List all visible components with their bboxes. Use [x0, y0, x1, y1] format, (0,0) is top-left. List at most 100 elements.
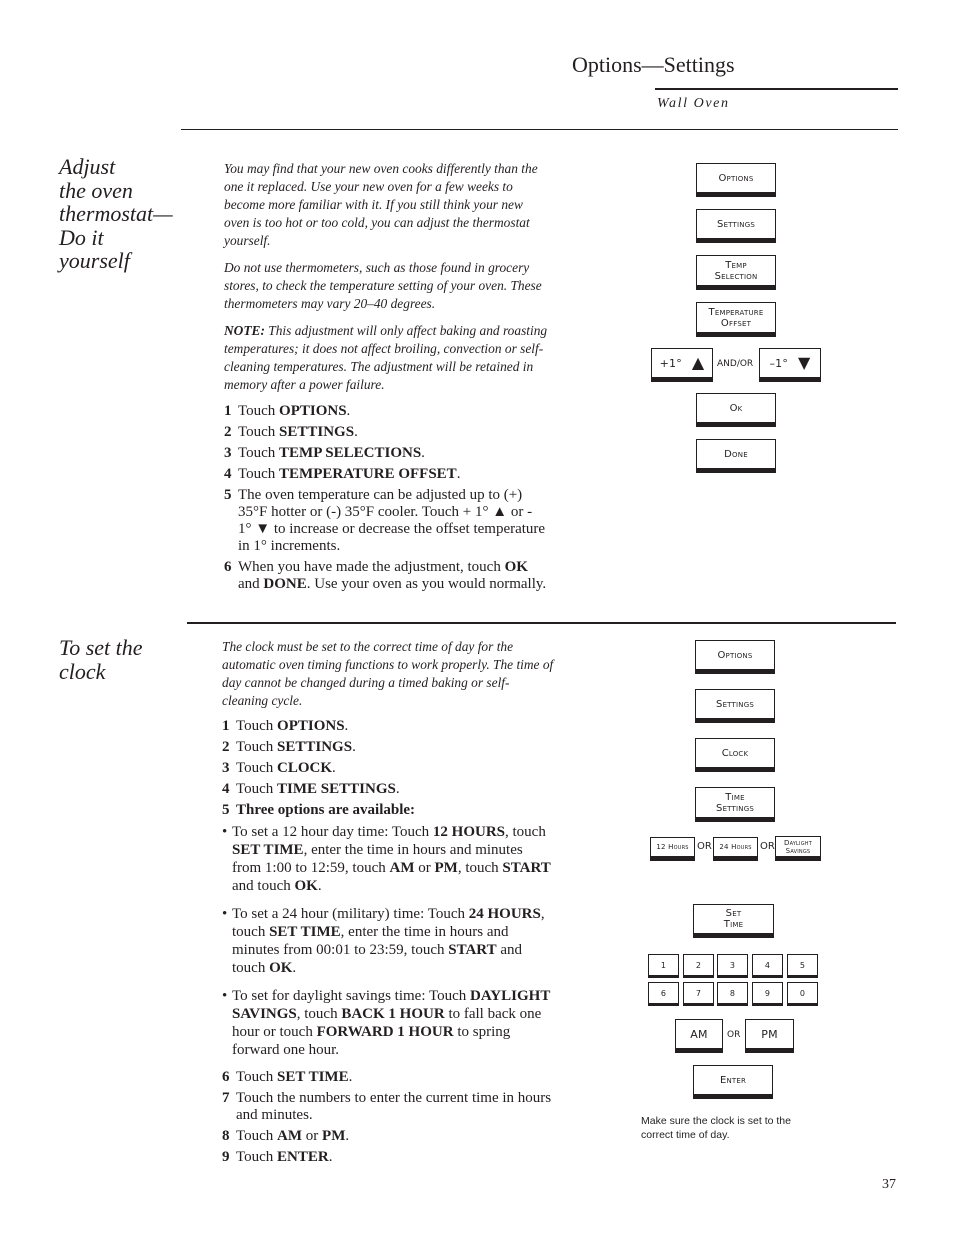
- bullet-keyword: SET TIME: [269, 924, 341, 940]
- step-keyword: AM: [277, 1128, 303, 1144]
- settings-button[interactable]: Settings: [695, 689, 775, 723]
- step-text: Touch: [238, 466, 280, 482]
- bullet-keyword: AM: [389, 860, 415, 876]
- step-text: The oven temperature can be adjusted up …: [238, 487, 546, 554]
- step-punct: .: [395, 781, 400, 797]
- clock-caption: Make sure the clock is set to the correc…: [641, 1115, 791, 1141]
- heading-line: yourself: [59, 248, 130, 273]
- time-settings-button[interactable]: Time Settings: [695, 787, 775, 822]
- options-button[interactable]: Options: [696, 163, 776, 197]
- step-number: 5: [224, 487, 232, 503]
- heading-line: Do it: [59, 224, 104, 250]
- step-punct: .: [344, 718, 349, 734]
- bullet-fragment: .: [292, 960, 297, 976]
- set-time-button[interactable]: Set Time: [693, 904, 774, 938]
- down-triangle-icon: ▼: [798, 353, 811, 372]
- settings-button[interactable]: Settings: [696, 209, 776, 243]
- minus-one-button[interactable]: –1° ▼: [759, 348, 821, 382]
- intro-paragraph: You may find that your new oven cooks di…: [224, 161, 538, 248]
- options-button[interactable]: Options: [695, 640, 775, 674]
- bullet-keyword: 12 HOURS: [432, 824, 506, 840]
- option-bullet: • To set for daylight savings time: Touch…: [222, 987, 554, 1059]
- digit-2-button[interactable]: 2: [683, 954, 714, 978]
- am-button[interactable]: AM: [675, 1019, 723, 1053]
- step-punct: .: [348, 1069, 353, 1085]
- step-keyword: TEMP SELECTIONS: [279, 445, 422, 461]
- digit-5-button[interactable]: 5: [787, 954, 818, 978]
- step-text: Touch: [236, 1069, 278, 1085]
- digit-6-button[interactable]: 6: [648, 982, 679, 1006]
- step-number: 2: [222, 739, 230, 755]
- bullet-keyword: OK: [269, 960, 293, 976]
- bullet-keyword: SET TIME: [232, 842, 304, 858]
- bullet-icon: •: [222, 906, 228, 922]
- section-divider: [187, 622, 896, 624]
- digit-1-button[interactable]: 1: [648, 954, 679, 978]
- clock-options-list: • To set a 12 hour day time: Touch 12 HOU…: [222, 823, 554, 1059]
- bullet-fragment: and touch: [232, 878, 295, 894]
- step-keyword: SETTINGS: [279, 424, 355, 440]
- pm-button[interactable]: PM: [745, 1019, 794, 1053]
- 24-hours-button[interactable]: 24 Hours: [713, 837, 758, 861]
- step-item: 8 Touch AM or PM.: [222, 1128, 554, 1145]
- step-item: 5 The oven temperature can be adjusted up…: [224, 487, 549, 555]
- step-text: Touch: [236, 1128, 278, 1144]
- step-text: . Use your oven as you would normally.: [306, 576, 547, 592]
- step-punct: .: [328, 1149, 333, 1165]
- clock-button[interactable]: Clock: [695, 738, 775, 772]
- thermostat-steps: 1 Touch OPTIONS. 2 Touch SETTINGS. 3 Touch …: [224, 403, 549, 593]
- step-punct: .: [352, 739, 356, 755]
- step-item: 4 Touch TIME SETTINGS.: [222, 781, 554, 798]
- bullet-fragment: , touch: [296, 1006, 342, 1022]
- temperature-offset-button[interactable]: Temperature Offset: [696, 302, 776, 337]
- step-item: 1 Touch OPTIONS.: [224, 403, 549, 420]
- button-label: Set: [725, 908, 742, 919]
- bullet-fragment: or: [414, 860, 435, 876]
- button-label: Time: [725, 791, 745, 803]
- step-text: Touch: [236, 718, 278, 734]
- step-keyword: ENTER: [277, 1149, 329, 1165]
- bullet-fragment: To set a 12 hour day time: Touch: [232, 824, 433, 840]
- daylight-savings-button[interactable]: Daylight Savings: [775, 836, 821, 861]
- ok-button[interactable]: Ok: [696, 393, 776, 427]
- step-item: 3 Touch TEMP SELECTIONS.: [224, 445, 549, 462]
- heading-line: To set the: [59, 635, 143, 660]
- digit-0-button[interactable]: 0: [787, 982, 818, 1006]
- step-number: 3: [222, 760, 230, 776]
- step-punct: .: [332, 760, 336, 776]
- button-label: +1°: [659, 356, 682, 370]
- step-keyword: PM: [322, 1128, 346, 1144]
- digit-7-button[interactable]: 7: [683, 982, 714, 1006]
- heading-line: clock: [59, 658, 106, 684]
- button-label: –1°: [769, 356, 789, 370]
- clock-body: The clock must be set to the correct tim…: [222, 638, 554, 1170]
- step-text: When you have made the adjustment, touch: [238, 559, 505, 575]
- bullet-fragment: , touch: [505, 824, 546, 840]
- button-label: Settings: [716, 802, 754, 814]
- step-item: 4 Touch TEMPERATURE OFFSET.: [224, 466, 549, 483]
- enter-button[interactable]: Enter: [693, 1065, 773, 1099]
- title-rule: [655, 88, 898, 90]
- bullet-keyword: PM: [434, 860, 458, 876]
- step-number: 9: [222, 1149, 230, 1165]
- step-keyword: OPTIONS: [277, 718, 345, 734]
- step-keyword: DONE: [263, 576, 307, 592]
- button-label: Selection: [714, 270, 758, 282]
- step-keyword: TIME SETTINGS: [277, 781, 396, 797]
- step-keyword: CLOCK: [277, 760, 333, 776]
- up-triangle-icon: ▲: [691, 353, 705, 372]
- digit-8-button[interactable]: 8: [717, 982, 748, 1006]
- plus-one-button[interactable]: +1° ▲: [651, 348, 713, 382]
- step-keyword: TEMPERATURE OFFSET: [279, 466, 457, 482]
- digit-3-button[interactable]: 3: [717, 954, 748, 978]
- page-number: 37: [882, 1177, 896, 1192]
- step-text: Touch: [236, 739, 278, 755]
- temp-selection-button[interactable]: Temp Selection: [696, 255, 776, 290]
- digit-4-button[interactable]: 4: [752, 954, 783, 978]
- digit-9-button[interactable]: 9: [752, 982, 783, 1006]
- done-button[interactable]: Done: [696, 439, 776, 473]
- bullet-fragment: , touch: [457, 860, 503, 876]
- step-item: 6 Touch SET TIME.: [222, 1069, 554, 1086]
- 12-hours-button[interactable]: 12 Hours: [650, 837, 695, 861]
- step-punct: .: [421, 445, 425, 461]
